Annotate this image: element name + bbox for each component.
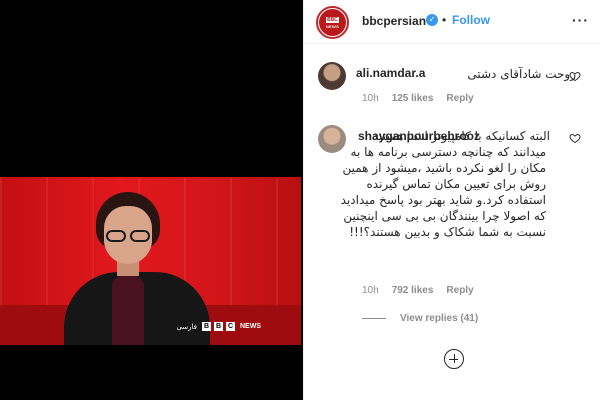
glasses (104, 230, 152, 242)
bbc-news-logo: BBC NEWS (319, 9, 346, 36)
comment-item: shayganpourbehrooz البته کسانیکه با کامپ… (304, 122, 600, 302)
view-replies-button[interactable]: View replies (41) (362, 313, 478, 324)
post-media: فارسی B B C NEWS (0, 0, 303, 400)
comment-time[interactable]: 10h (362, 285, 379, 296)
account-username[interactable]: bbcpersian (362, 14, 426, 28)
replies-divider-line (362, 318, 386, 319)
comments-panel: BBC NEWS bbcpersian ✓ • Follow ··· ali.n… (303, 0, 600, 400)
bbc-logo-subtext: NEWS (325, 23, 340, 29)
account-avatar[interactable]: BBC NEWS (316, 6, 349, 39)
comment-meta: 10h 125 likes Reply (362, 93, 474, 104)
plus-circle-icon[interactable] (444, 349, 464, 369)
comment-likes[interactable]: 792 likes (392, 285, 434, 296)
post-header: BBC NEWS bbcpersian ✓ • Follow ··· (304, 0, 600, 44)
follow-button[interactable]: Follow (452, 13, 490, 27)
heart-icon[interactable] (569, 132, 581, 144)
comment-meta: 10h 792 likes Reply (362, 285, 474, 296)
reply-button[interactable]: Reply (446, 285, 473, 296)
bbc-news-watermark: فارسی B B C NEWS (176, 322, 261, 331)
separator-dot: • (442, 13, 447, 27)
comment-time[interactable]: 10h (362, 93, 379, 104)
view-replies-label: View replies (41) (400, 313, 479, 324)
comment-likes[interactable]: 125 likes (392, 93, 434, 104)
comment-username[interactable]: ali.namdar.a (356, 66, 425, 82)
more-options-icon[interactable]: ··· (572, 12, 589, 28)
commenter-avatar[interactable] (318, 62, 346, 90)
bbc-logo-text: BBC (326, 16, 339, 23)
comment-text: البته کسانیکه با کامپیوتر اشنا هستند مید… (340, 129, 550, 239)
verified-badge-icon: ✓ (426, 14, 438, 26)
news-video-frame[interactable]: فارسی B B C NEWS (0, 177, 301, 345)
heart-icon[interactable] (569, 70, 581, 82)
reply-button[interactable]: Reply (446, 93, 473, 104)
comment-item: ali.namdar.a روحت شادآقای دشتی 10h 125 l… (304, 60, 600, 110)
comment-text: روحت شادآقای دشتی (467, 67, 576, 81)
